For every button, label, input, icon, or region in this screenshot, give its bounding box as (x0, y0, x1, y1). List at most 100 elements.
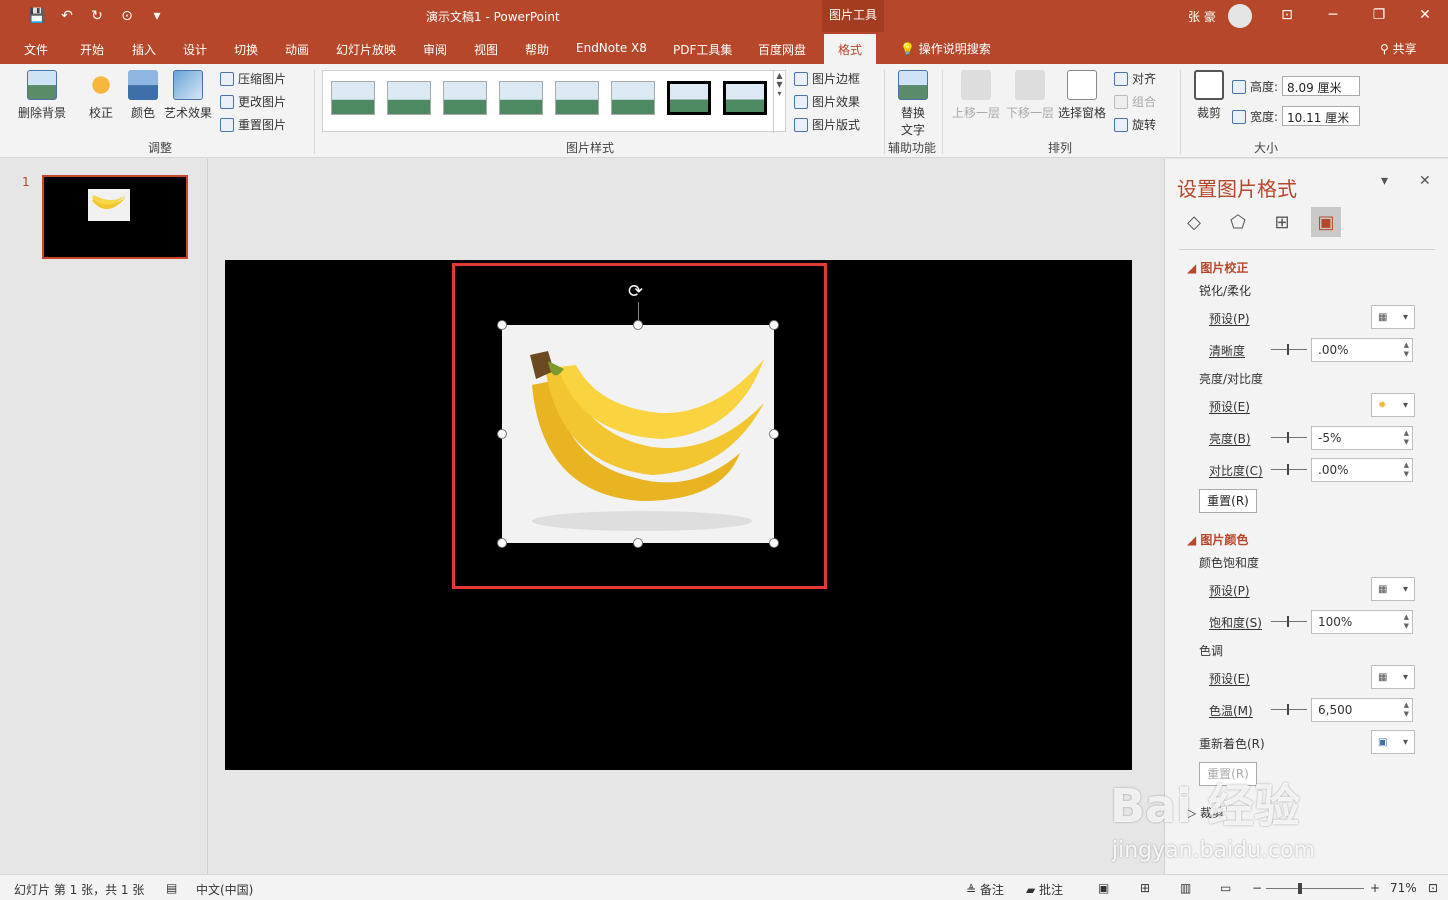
restore-icon[interactable]: ❐ (1356, 0, 1402, 32)
change-picture-button[interactable]: 更改图片 (220, 93, 286, 110)
banana-picture[interactable] (502, 325, 774, 543)
style-thumb[interactable] (443, 81, 487, 115)
resize-handle[interactable] (769, 538, 779, 548)
spin-arrows[interactable]: ▲ ▼ (1404, 429, 1409, 447)
effects-pentagon-icon[interactable]: ⬠ (1223, 207, 1253, 237)
slideshow-icon[interactable]: ▭ (1220, 881, 1231, 895)
normal-view-icon[interactable]: ▣ (1098, 881, 1109, 895)
slide-sorter-icon[interactable]: ⊞ (1140, 881, 1150, 895)
resize-handle[interactable] (769, 320, 779, 330)
remove-background-button[interactable]: 删除背景 (18, 70, 66, 121)
tab-slideshow[interactable]: 幻灯片放映 (336, 41, 396, 58)
tab-animations[interactable]: 动画 (285, 41, 309, 58)
resize-handle[interactable] (633, 320, 643, 330)
temperature-slider[interactable] (1271, 704, 1307, 715)
tab-design[interactable]: 设计 (183, 41, 207, 58)
section-picture-corrections[interactable]: ◢ 图片校正 (1187, 259, 1248, 276)
slide-thumbnail[interactable] (42, 175, 188, 259)
spin-arrows[interactable]: ▲ ▼ (1404, 341, 1409, 359)
picture-styles-gallery[interactable]: ▲ ▼ ▾ (322, 70, 786, 133)
tab-baidu-netdisk[interactable]: 百度网盘 (758, 41, 806, 58)
temperature-input[interactable]: 6,500 ▲ ▼ (1311, 698, 1413, 722)
share-button[interactable]: ⚲ 共享 (1380, 40, 1417, 57)
pane-close-icon[interactable]: ✕ (1419, 173, 1431, 189)
contrast-input[interactable]: .00% ▲ ▼ (1311, 458, 1413, 482)
contrast-slider[interactable] (1271, 464, 1307, 475)
alt-text-button[interactable]: 替换 文字 (898, 70, 928, 138)
fit-slide-icon[interactable]: ⊡ (1428, 881, 1438, 895)
minimize-icon[interactable]: ─ (1310, 0, 1356, 32)
reset-picture-button[interactable]: 重置图片 (220, 116, 286, 133)
reset-corrections-button[interactable]: 重置(R) (1199, 489, 1257, 513)
style-thumb[interactable] (611, 81, 655, 115)
brightness-input[interactable]: -5% ▲ ▼ (1311, 426, 1413, 450)
picture-layout-button[interactable]: 图片版式 (794, 116, 860, 133)
tab-endnote[interactable]: EndNote X8 (576, 41, 647, 55)
zoom-level[interactable]: 71% (1390, 881, 1417, 895)
selection-pane-button[interactable]: 选择窗格 (1058, 70, 1106, 121)
recolor-dropdown[interactable]: ▣ ▾ (1371, 730, 1415, 754)
style-thumb[interactable] (331, 81, 375, 115)
picture-icon[interactable]: ▣ (1311, 207, 1341, 237)
section-picture-color[interactable]: ◢ 图片颜色 (1187, 531, 1248, 548)
present-icon[interactable]: ⊙ (116, 6, 138, 26)
compress-pictures-button[interactable]: 压缩图片 (220, 70, 286, 87)
resize-handle[interactable] (497, 538, 507, 548)
sharpness-slider[interactable] (1271, 344, 1307, 355)
language[interactable]: 中文(中国) (196, 881, 253, 898)
user-name[interactable]: 张 豪 (1188, 8, 1216, 25)
zoom-slider-thumb[interactable] (1298, 883, 1302, 894)
send-backward-button[interactable]: 下移一层 (1006, 70, 1054, 121)
style-thumb[interactable] (667, 81, 711, 115)
rotate-button[interactable]: 旋转 (1114, 116, 1156, 133)
spin-arrows[interactable]: ▲ ▼ (1404, 613, 1409, 631)
save-icon[interactable]: 💾 (26, 6, 48, 26)
style-thumb[interactable] (499, 81, 543, 115)
crop-button[interactable]: 裁剪 (1194, 70, 1224, 121)
brightness-preset-dropdown[interactable]: ✹ ▾ (1371, 393, 1415, 417)
tab-insert[interactable]: 插入 (132, 41, 156, 58)
color-button[interactable]: 颜色 (128, 70, 158, 121)
customize-qat-icon[interactable]: ▾ (146, 6, 168, 26)
pane-options-icon[interactable]: ▾ (1381, 173, 1388, 189)
height-field[interactable]: 8.09 厘米 (1282, 76, 1360, 96)
resize-handle[interactable] (633, 538, 643, 548)
tab-view[interactable]: 视图 (474, 41, 498, 58)
style-thumb[interactable] (387, 81, 431, 115)
tab-help[interactable]: 帮助 (525, 41, 549, 58)
zoom-in-icon[interactable]: + (1370, 881, 1380, 895)
notes-button[interactable]: ≜ 备注 (966, 881, 1004, 898)
resize-handle[interactable] (497, 429, 507, 439)
fill-line-icon[interactable]: ◇ (1179, 207, 1209, 237)
align-button[interactable]: 对齐 (1114, 70, 1156, 87)
close-icon[interactable]: ✕ (1402, 0, 1448, 32)
spin-arrows[interactable]: ▲ ▼ (1404, 461, 1409, 479)
style-thumb[interactable] (723, 81, 767, 115)
width-field[interactable]: 10.11 厘米 (1282, 106, 1360, 126)
tell-me-search[interactable]: 💡 操作说明搜索 (900, 40, 991, 57)
saturation-slider[interactable] (1271, 616, 1307, 627)
picture-effects-button[interactable]: 图片效果 (794, 93, 860, 110)
resize-handle[interactable] (497, 320, 507, 330)
tab-home[interactable]: 开始 (80, 41, 104, 58)
reading-view-icon[interactable]: ▥ (1180, 881, 1191, 895)
ribbon-display-options-icon[interactable]: ⊡ (1264, 0, 1310, 32)
spin-arrows[interactable]: ▲ ▼ (1404, 701, 1409, 719)
tone-preset-dropdown[interactable]: ▦ ▾ (1371, 665, 1415, 689)
picture-border-button[interactable]: 图片边框 (794, 70, 860, 87)
spellcheck-icon[interactable]: ▤ (166, 881, 177, 895)
brightness-slider[interactable] (1271, 432, 1307, 443)
comments-button[interactable]: ▰ 批注 (1026, 881, 1063, 898)
tab-pdf-tools[interactable]: PDF工具集 (673, 41, 732, 58)
artistic-effects-button[interactable]: 艺术效果 (164, 70, 212, 121)
avatar[interactable] (1228, 4, 1252, 28)
tab-file[interactable]: 文件 (24, 41, 48, 58)
rotate-handle-icon[interactable]: ⟳ (628, 282, 643, 302)
size-properties-icon[interactable]: ⊞ (1267, 207, 1297, 237)
bring-forward-button[interactable]: 上移一层 (952, 70, 1000, 121)
corrections-button[interactable]: 校正 (86, 70, 116, 121)
undo-icon[interactable]: ↶ (56, 6, 78, 26)
zoom-slider[interactable] (1266, 888, 1364, 889)
saturation-input[interactable]: 100% ▲ ▼ (1311, 610, 1413, 634)
saturation-preset-dropdown[interactable]: ▦ ▾ (1371, 577, 1415, 601)
